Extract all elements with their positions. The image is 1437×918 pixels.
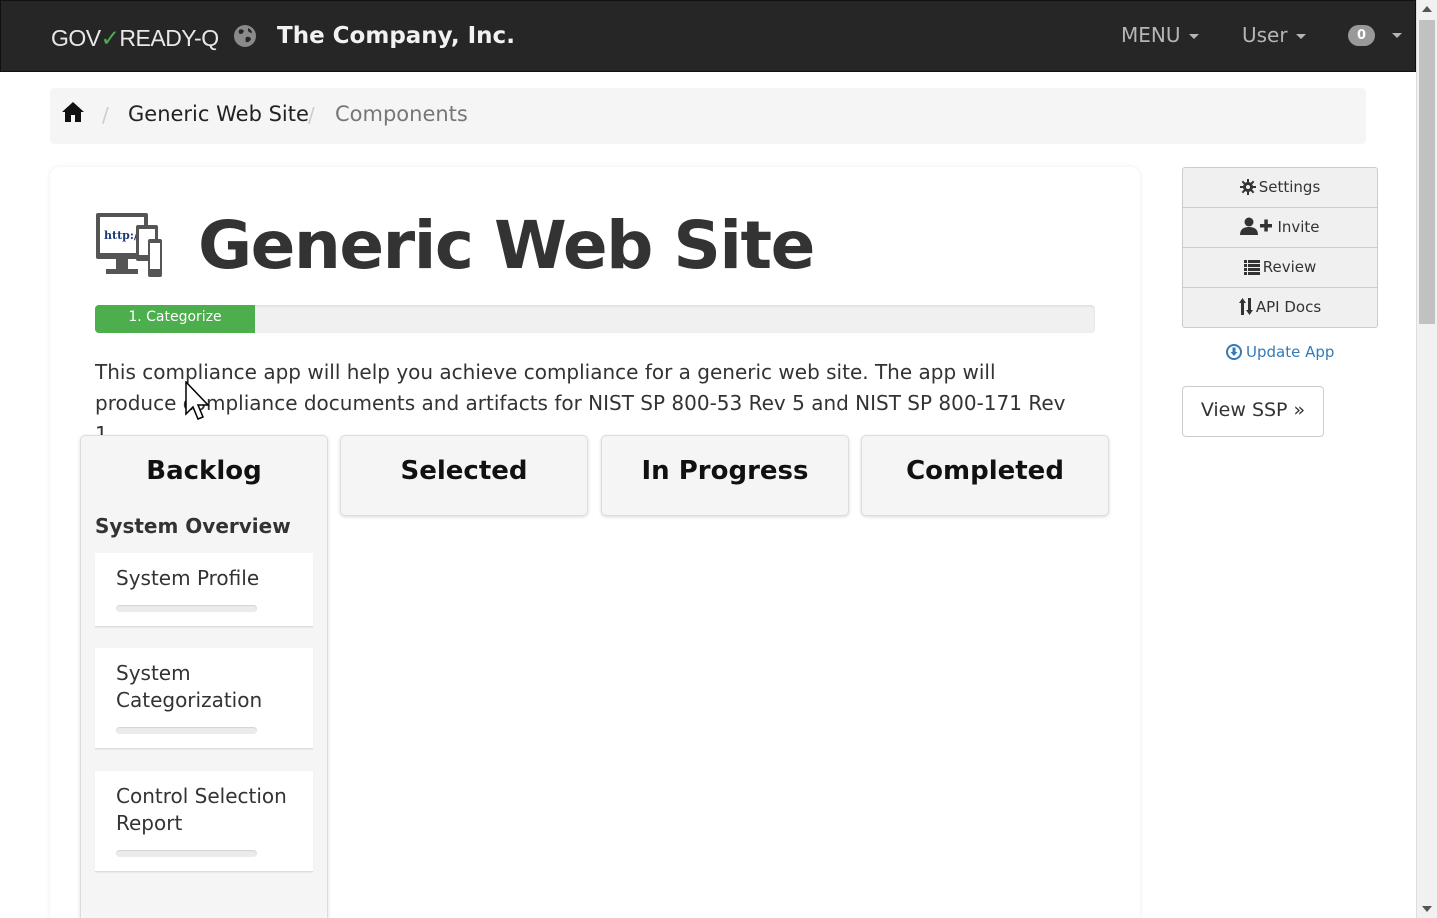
task-card-title: Control Selection Report [116,784,287,835]
globe-icon [234,25,256,47]
view-ssp-button[interactable]: View SSP » [1182,386,1324,437]
brand-logo[interactable]: GOV✓READY-Q [51,25,219,52]
column-title: Completed [906,456,1064,486]
organization-name[interactable]: The Company, Inc. [277,23,515,49]
menu-dropdown[interactable]: MENU [1121,23,1199,47]
column-title: Selected [400,456,528,486]
user-plus-icon [1240,217,1273,235]
update-app-label: Update App [1246,343,1335,361]
task-card-control-selection-report[interactable]: Control Selection Report [95,771,313,872]
task-card-system-profile[interactable]: System Profile [95,553,313,627]
menu-label: MENU [1121,23,1181,47]
caret-down-icon [1188,34,1199,39]
invite-label: Invite [1277,218,1320,236]
api-docs-button[interactable]: API Docs [1182,287,1378,328]
task-card-system-categorization[interactable]: System Categorization [95,648,313,749]
breadcrumb: / Generic Web Site / Components [50,88,1366,144]
download-circle-icon [1226,344,1242,360]
invite-button[interactable]: Invite [1182,207,1378,248]
task-progress-bar [116,727,257,734]
update-app-link[interactable]: Update App [1226,343,1334,361]
kanban-column-selected: Selected [340,435,588,516]
notification-caret-icon[interactable] [1392,33,1402,38]
page-title: Generic Web Site [198,207,815,284]
user-dropdown[interactable]: User [1242,23,1306,47]
user-label: User [1242,23,1288,47]
settings-label: Settings [1258,178,1321,196]
kanban-column-in-progress: In Progress [601,435,849,516]
progress-fill[interactable]: 1. Categorize [95,305,255,333]
column-title: In Progress [641,456,809,486]
kanban-column-completed: Completed [861,435,1109,516]
vertical-scrollbar[interactable] [1416,0,1437,918]
task-progress-bar [116,850,257,857]
api-docs-label: API Docs [1255,298,1322,316]
caret-down-icon [1295,34,1306,39]
task-card-title: System Profile [116,566,260,590]
task-card-title: System Categorization [116,661,263,712]
project-actions: Settings Invite Review API Docs [1182,167,1378,328]
scroll-up-arrow-icon[interactable] [1422,6,1432,12]
breadcrumb-separator: / [308,103,315,127]
gear-icon [1239,179,1256,195]
breadcrumb-link-project[interactable]: Generic Web Site [128,102,309,126]
group-heading: System Overview [95,514,291,538]
project-progress-bar: 1. Categorize [95,305,1095,333]
mouse-cursor-icon [185,381,210,420]
home-icon[interactable] [61,100,85,124]
breadcrumb-separator: / [102,103,109,127]
project-panel: http:// Generic Web Site 1. Categorize T… [50,167,1140,918]
review-label: Review [1262,258,1317,276]
scroll-thumb[interactable] [1419,20,1435,324]
settings-button[interactable]: Settings [1182,167,1378,208]
top-navbar: GOV✓READY-Q The Company, Inc. MENU User … [0,0,1416,72]
breadcrumb-current: Components [335,102,468,126]
web-devices-icon: http:// [96,213,162,277]
review-button[interactable]: Review [1182,247,1378,288]
column-title: Backlog [146,456,262,486]
task-progress-bar [116,605,257,612]
list-icon [1243,260,1260,275]
notification-badge[interactable]: 0 [1348,25,1375,46]
scroll-down-arrow-icon[interactable] [1422,906,1432,912]
sort-arrows-icon [1238,298,1253,315]
kanban-column-backlog: Backlog System Overview System Profile S… [80,435,328,918]
